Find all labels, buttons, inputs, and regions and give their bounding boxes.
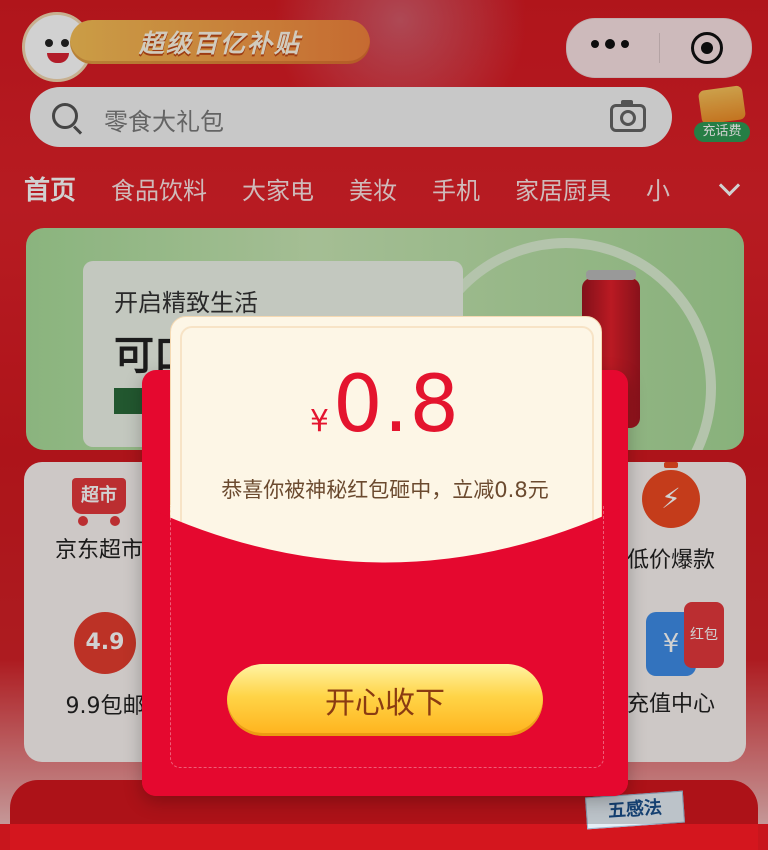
currency-symbol: ¥ xyxy=(309,404,330,439)
amount-value: 0.8 xyxy=(333,360,461,450)
coupon-amount: ¥0.8 xyxy=(170,360,600,450)
accept-button[interactable]: 开心收下 xyxy=(227,664,543,736)
congrats-message: 恭喜你被神秘红包砸中，立减0.8元 xyxy=(221,478,549,502)
